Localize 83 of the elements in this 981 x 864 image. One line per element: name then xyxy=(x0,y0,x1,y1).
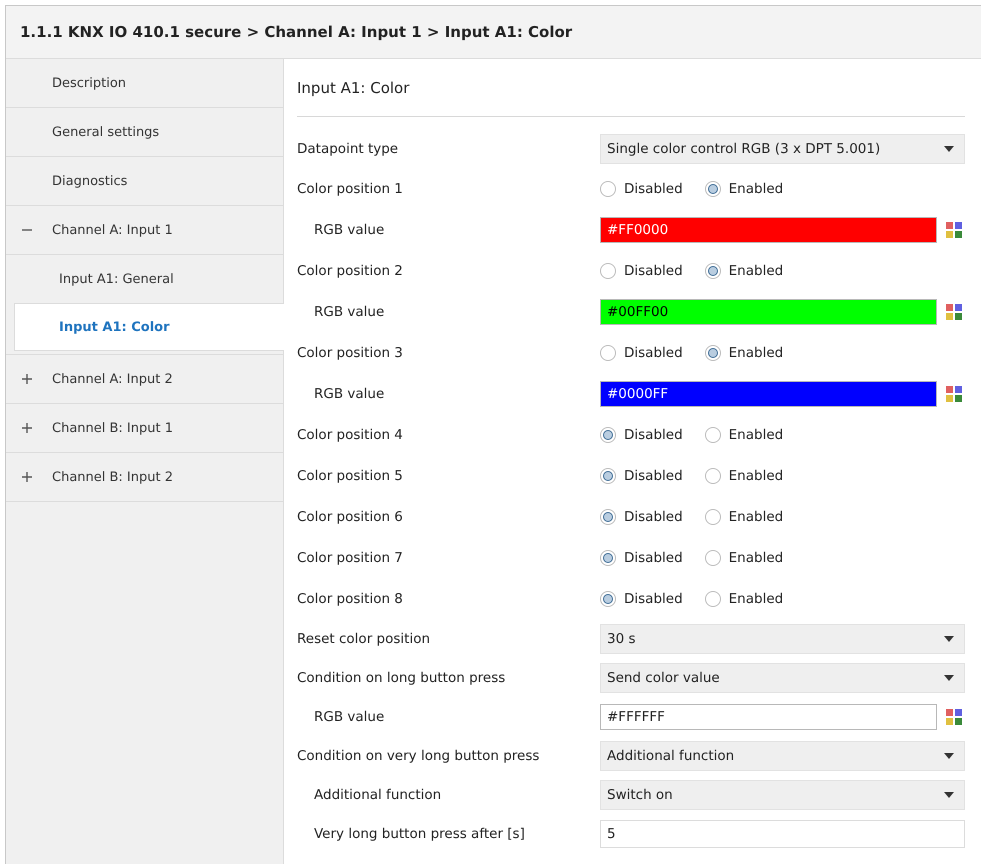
radio-label: Enabled xyxy=(728,508,784,524)
radio-button[interactable] xyxy=(704,262,721,278)
parameter-label: Color position 8 xyxy=(297,590,404,606)
radio-button[interactable] xyxy=(600,262,616,278)
caret-icon xyxy=(944,636,954,642)
radio-label: Disabled xyxy=(624,550,683,566)
color-input-field[interactable]: #FF0000 xyxy=(600,216,937,242)
dropdown[interactable]: Single color control RGB (3 x DPT 5.001) xyxy=(600,134,965,164)
caret-icon xyxy=(944,792,954,798)
sidebar-item[interactable]: Channel B: Input 1 xyxy=(6,404,283,453)
radio-button[interactable] xyxy=(704,468,721,484)
radio-label: Disabled xyxy=(624,508,683,524)
color-input-field[interactable]: #FFFFFF xyxy=(600,704,937,730)
expand-icon[interactable] xyxy=(22,374,32,384)
dropdown[interactable]: Switch on xyxy=(600,780,965,810)
parameter-label: RGB value xyxy=(313,708,386,724)
parameter-label: Additional function xyxy=(313,786,442,802)
parameter-label: Very long button press after [s] xyxy=(313,826,526,842)
radio-label: Disabled xyxy=(624,468,683,484)
expand-icon[interactable] xyxy=(22,472,32,482)
radio-label: Enabled xyxy=(728,344,784,360)
radio-button[interactable] xyxy=(704,590,721,606)
sidebar-item[interactable]: Channel A: Input 2 xyxy=(6,355,283,404)
radio-label: Enabled xyxy=(728,468,784,484)
sidebar-item[interactable]: Diagnostics xyxy=(6,157,283,206)
parameter-label: Reset color position xyxy=(297,630,432,646)
input-field[interactable]: 5 xyxy=(600,820,965,848)
radio-button[interactable] xyxy=(704,508,721,524)
radio-button[interactable] xyxy=(600,344,616,360)
color-input-field[interactable]: #0000FF xyxy=(600,380,937,406)
radio-label: Enabled xyxy=(728,262,784,278)
parameter-label: Condition on very long button press xyxy=(297,748,540,764)
radio-button[interactable] xyxy=(704,550,721,566)
radio-button[interactable] xyxy=(600,180,616,196)
caret-icon xyxy=(944,674,954,680)
parameter-label: Color position 7 xyxy=(297,550,404,566)
sidebar-subitem[interactable]: Input A1: Color xyxy=(14,303,284,351)
radio-label: Disabled xyxy=(624,262,683,278)
sidebar-subitem[interactable]: Input A1: General xyxy=(6,255,283,303)
radio-label: Disabled xyxy=(624,180,683,196)
caret-icon xyxy=(944,752,954,758)
radio-button[interactable] xyxy=(704,180,721,196)
radio-button[interactable] xyxy=(600,590,616,606)
dropdown[interactable]: 30 s xyxy=(600,624,965,654)
radio-label: Enabled xyxy=(728,550,784,566)
radio-label: Enabled xyxy=(728,180,784,196)
radio-button[interactable] xyxy=(600,468,616,484)
parameter-label: Color position 5 xyxy=(297,468,404,484)
color-palette-icon[interactable] xyxy=(945,384,963,402)
radio-button[interactable] xyxy=(704,344,721,360)
caret-icon xyxy=(944,146,954,152)
radio-button[interactable] xyxy=(600,550,616,566)
dropdown[interactable]: Additional function xyxy=(600,740,965,770)
breadcrumb-title: 1.1.1 KNX IO 410.1 secure > Channel A: Input 1 > Input A1: Color xyxy=(6,6,981,59)
radio-button[interactable] xyxy=(600,508,616,524)
dropdown[interactable]: Send color value xyxy=(600,662,965,692)
page-title: Input A1: Color xyxy=(297,59,965,117)
parameter-label: Datapoint type xyxy=(297,140,400,156)
radio-button[interactable] xyxy=(704,426,721,442)
radio-button[interactable] xyxy=(600,426,616,442)
parameter-label: Color position 4 xyxy=(297,426,404,442)
radio-label: Enabled xyxy=(728,426,784,442)
sidebar-item[interactable]: General settings xyxy=(6,108,283,157)
sidebar-item[interactable]: Channel A: Input 1 xyxy=(6,206,283,255)
parameter-label: Color position 1 xyxy=(297,180,404,196)
radio-label: Disabled xyxy=(624,590,683,606)
radio-label: Disabled xyxy=(624,426,683,442)
color-palette-icon[interactable] xyxy=(945,708,963,726)
parameter-label: RGB value xyxy=(313,386,386,402)
color-palette-icon[interactable] xyxy=(945,220,963,238)
parameter-label: Color position 2 xyxy=(297,262,404,278)
radio-label: Disabled xyxy=(624,344,683,360)
sidebar-item[interactable]: Description xyxy=(6,59,283,108)
parameter-label: RGB value xyxy=(313,222,386,238)
color-input-field[interactable]: #00FF00 xyxy=(600,298,937,324)
parameter-label: Color position 3 xyxy=(297,344,404,360)
parameter-label: Condition on long button press xyxy=(297,670,506,686)
parameter-label: RGB value xyxy=(313,304,386,320)
color-palette-icon[interactable] xyxy=(945,302,963,320)
parameter-label: Color position 6 xyxy=(297,508,404,524)
expand-icon[interactable] xyxy=(22,423,32,433)
radio-label: Enabled xyxy=(728,590,784,606)
sidebar-item[interactable]: Channel B: Input 2 xyxy=(6,453,283,502)
